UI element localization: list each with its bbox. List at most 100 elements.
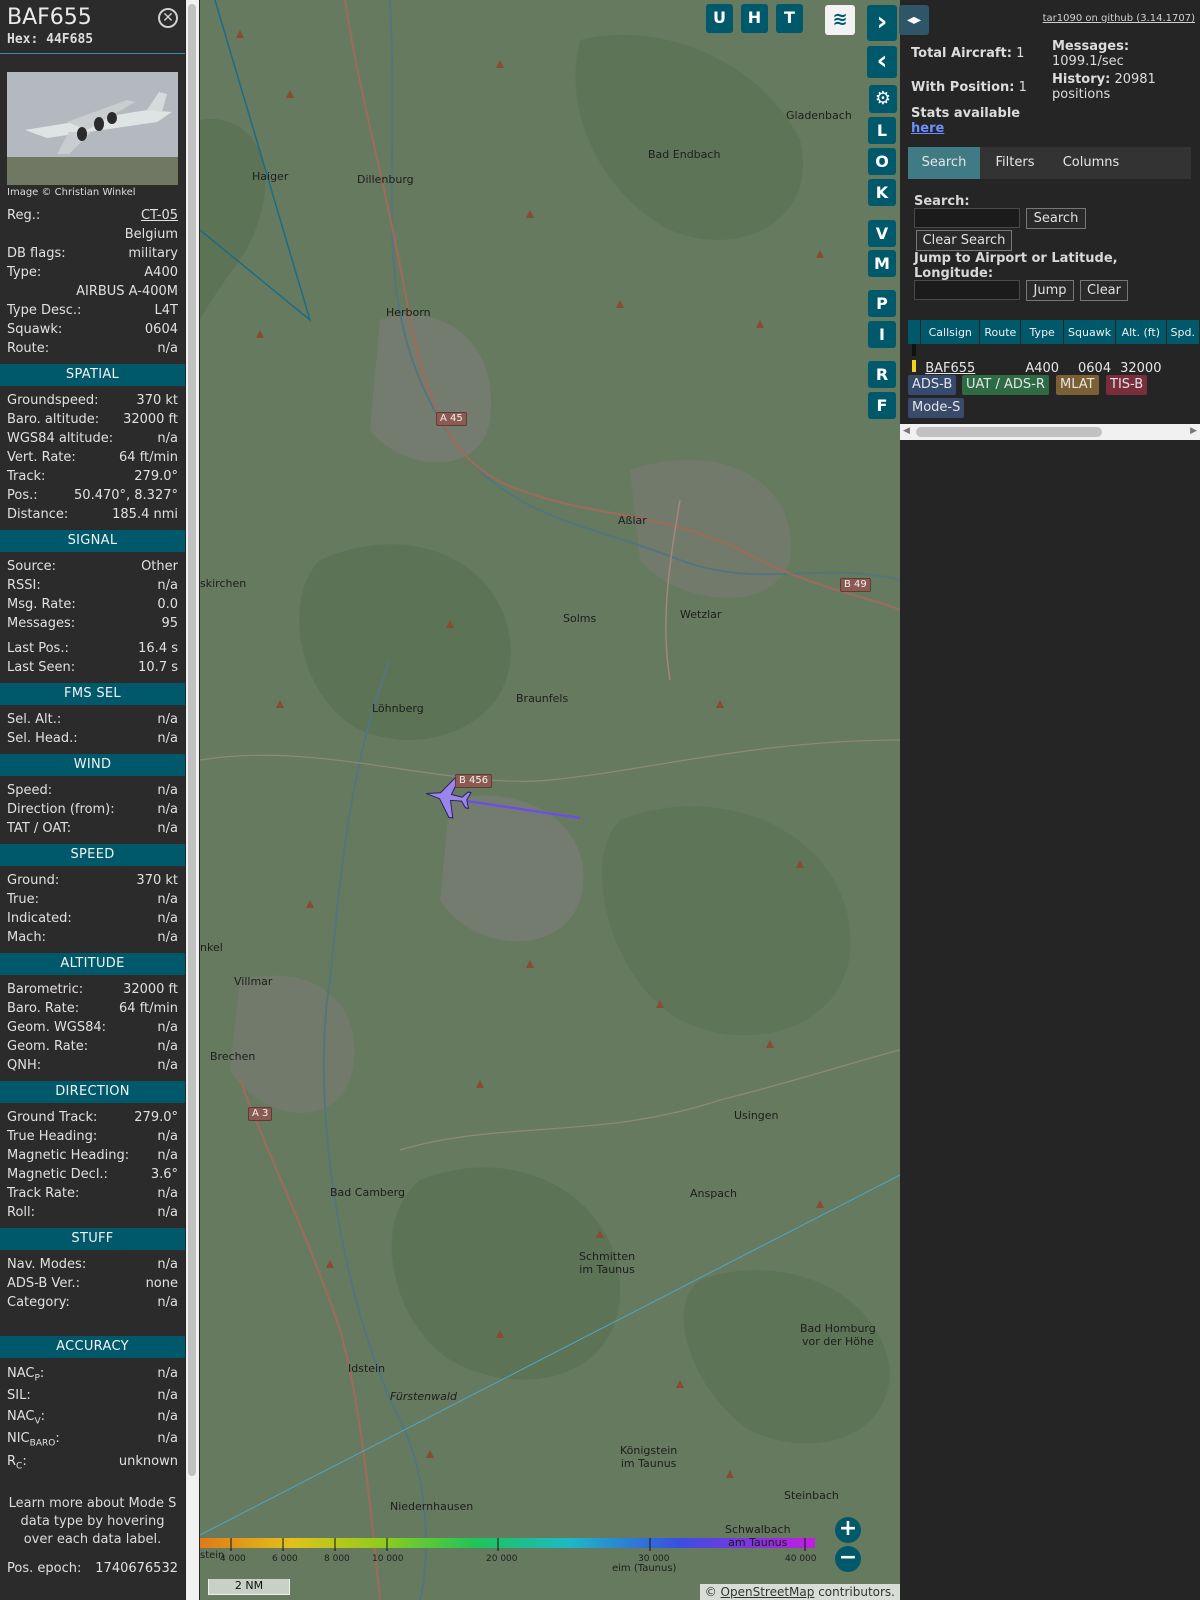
sidebar-scrollbar[interactable] xyxy=(186,0,199,1600)
col-squawk[interactable]: Squawk xyxy=(1063,320,1117,344)
label-geom-wgs84[interactable]: Geom. WGS84: xyxy=(7,1018,106,1037)
clear-jump-button[interactable]: Clear xyxy=(1080,280,1128,301)
toggle-sidebar-icon[interactable]: ◂▸ xyxy=(899,5,929,35)
label-tat-oat[interactable]: TAT / OAT: xyxy=(7,819,71,838)
layers-icon[interactable]: ≋ xyxy=(825,5,855,35)
col-callsign[interactable]: Callsign xyxy=(920,320,981,344)
zoom-in-icon[interactable]: + xyxy=(835,1517,861,1543)
github-link[interactable]: tar1090 on github (3.14.1707) xyxy=(1043,13,1195,24)
label-magnetic-heading[interactable]: Magnetic Heading: xyxy=(7,1146,129,1165)
scroll-left-icon[interactable]: ◀ xyxy=(903,426,910,436)
label-msg-rate[interactable]: Msg. Rate: xyxy=(7,595,76,614)
label-speed[interactable]: Speed: xyxy=(7,781,52,800)
col-route[interactable]: Route xyxy=(979,320,1022,344)
map-button-i[interactable]: I xyxy=(868,321,896,348)
label-nacv[interactable]: NACV: xyxy=(7,1406,45,1427)
label-roll[interactable]: Roll: xyxy=(7,1203,35,1222)
label-geom-rate[interactable]: Geom. Rate: xyxy=(7,1037,88,1056)
label-true[interactable]: True: xyxy=(7,890,39,909)
label-rc[interactable]: RC: xyxy=(7,1450,27,1473)
city-label: Anspach xyxy=(690,1187,737,1200)
table-scroll-thumb[interactable] xyxy=(916,427,1102,437)
map-view[interactable]: Haiger Dillenburg Herborn Bad Endbach Gladen… xyxy=(200,0,900,1600)
label-groundspeed[interactable]: Groundspeed: xyxy=(7,391,98,410)
label-track-rate[interactable]: Track Rate: xyxy=(7,1184,79,1203)
clear-search-button[interactable]: Clear Search xyxy=(916,230,1012,251)
tab-filters[interactable]: Filters xyxy=(980,147,1050,179)
label-sel-alt[interactable]: Sel. Alt.: xyxy=(7,710,61,729)
label-direction-from[interactable]: Direction (from): xyxy=(7,800,115,819)
label-ground-track[interactable]: Ground Track: xyxy=(7,1108,97,1127)
close-icon[interactable]: ✕ xyxy=(158,8,178,28)
label-category[interactable]: Category: xyxy=(7,1293,70,1312)
label-pos-epoch[interactable]: Pos. epoch: xyxy=(7,1559,81,1578)
label-last-seen[interactable]: Last Seen: xyxy=(7,658,75,677)
label-qnh[interactable]: QNH: xyxy=(7,1056,41,1075)
stats-link[interactable]: here xyxy=(911,121,944,136)
label-type-desc[interactable]: Type Desc.: xyxy=(7,301,81,320)
search-button[interactable]: Search xyxy=(1026,208,1086,229)
map-button-o[interactable]: O xyxy=(868,148,896,175)
map-button-m[interactable]: M xyxy=(868,250,896,277)
expand-panel-icon[interactable]: › xyxy=(867,5,897,41)
zoom-out-icon[interactable]: − xyxy=(835,1546,861,1572)
label-pos[interactable]: Pos.: xyxy=(7,486,38,505)
col-speed[interactable]: Spd. xyxy=(1166,320,1200,344)
label-last-pos[interactable]: Last Pos.: xyxy=(7,639,69,658)
collapse-panel-icon[interactable]: ‹ xyxy=(867,46,897,78)
label-distance[interactable]: Distance: xyxy=(7,505,68,524)
col-type[interactable]: Type xyxy=(1020,320,1065,344)
map-button-v[interactable]: V xyxy=(868,220,896,247)
label-source[interactable]: Source: xyxy=(7,557,56,576)
label-nic[interactable]: NICBARO: xyxy=(7,1427,60,1450)
label-db-flags[interactable]: DB flags: xyxy=(7,244,66,263)
table-horizontal-scrollbar[interactable]: ◀ ▶ xyxy=(900,424,1200,440)
label-type[interactable]: Type: xyxy=(7,263,41,282)
tab-search[interactable]: Search xyxy=(908,147,980,179)
legend-modes: Mode-S xyxy=(908,398,965,418)
map-button-f[interactable]: F xyxy=(868,392,896,419)
map-button-t[interactable]: T xyxy=(776,4,803,33)
label-barometric[interactable]: Barometric: xyxy=(7,980,83,999)
jump-input[interactable] xyxy=(914,280,1020,300)
label-squawk[interactable]: Squawk: xyxy=(7,320,62,339)
label-mach[interactable]: Mach: xyxy=(7,928,46,947)
label-sil[interactable]: SIL: xyxy=(7,1385,31,1406)
map-button-h[interactable]: H xyxy=(741,4,768,33)
col-altitude[interactable]: Alt. (ft) xyxy=(1115,320,1167,344)
map-button-l[interactable]: L xyxy=(868,117,896,144)
label-rssi[interactable]: RSSI: xyxy=(7,576,41,595)
label-messages[interactable]: Messages: xyxy=(7,614,75,633)
map-button-p[interactable]: P xyxy=(868,290,896,317)
label-nacp[interactable]: NACP: xyxy=(7,1363,44,1385)
settings-gear-icon[interactable]: ⚙ xyxy=(869,85,897,113)
map-button-r[interactable]: R xyxy=(868,361,896,388)
label-ads-b-ver[interactable]: ADS-B Ver.: xyxy=(7,1274,80,1293)
label-wgs84-altitude[interactable]: WGS84 altitude: xyxy=(7,429,113,448)
label-magnetic-decl[interactable]: Magnetic Decl.: xyxy=(7,1165,108,1184)
label-nav-modes[interactable]: Nav. Modes: xyxy=(7,1255,86,1274)
label-true-heading[interactable]: True Heading: xyxy=(7,1127,97,1146)
label-vert-rate[interactable]: Vert. Rate: xyxy=(7,448,76,467)
scroll-right-icon[interactable]: ▶ xyxy=(1190,426,1197,436)
value-reg[interactable]: CT-05 xyxy=(141,206,178,225)
label-baro-altitude[interactable]: Baro. altitude: xyxy=(7,410,99,429)
label-route[interactable]: Route: xyxy=(7,339,49,358)
jump-button[interactable]: Jump xyxy=(1026,280,1074,301)
search-label: Search: xyxy=(914,194,970,209)
label-indicated[interactable]: Indicated: xyxy=(7,909,72,928)
label-ground[interactable]: Ground: xyxy=(7,871,59,890)
label-reg[interactable]: Reg.: xyxy=(7,206,40,225)
sidebar-header: BAF655 Hex: 44F685 ✕ xyxy=(0,0,185,54)
stat-stats-available: Stats available here xyxy=(911,106,1021,136)
search-input[interactable] xyxy=(914,208,1020,228)
label-sel-head[interactable]: Sel. Head.: xyxy=(7,729,78,748)
map-button-k[interactable]: K xyxy=(868,179,896,206)
tab-columns[interactable]: Columns xyxy=(1050,147,1132,179)
label-track[interactable]: Track: xyxy=(7,467,45,486)
osm-link[interactable]: OpenStreetMap xyxy=(721,1585,815,1599)
aircraft-photo[interactable] xyxy=(7,72,178,185)
map-button-u[interactable]: U xyxy=(706,4,733,33)
sidebar-scrollbar-thumb[interactable] xyxy=(188,4,196,1476)
label-baro-rate[interactable]: Baro. Rate: xyxy=(7,999,79,1018)
